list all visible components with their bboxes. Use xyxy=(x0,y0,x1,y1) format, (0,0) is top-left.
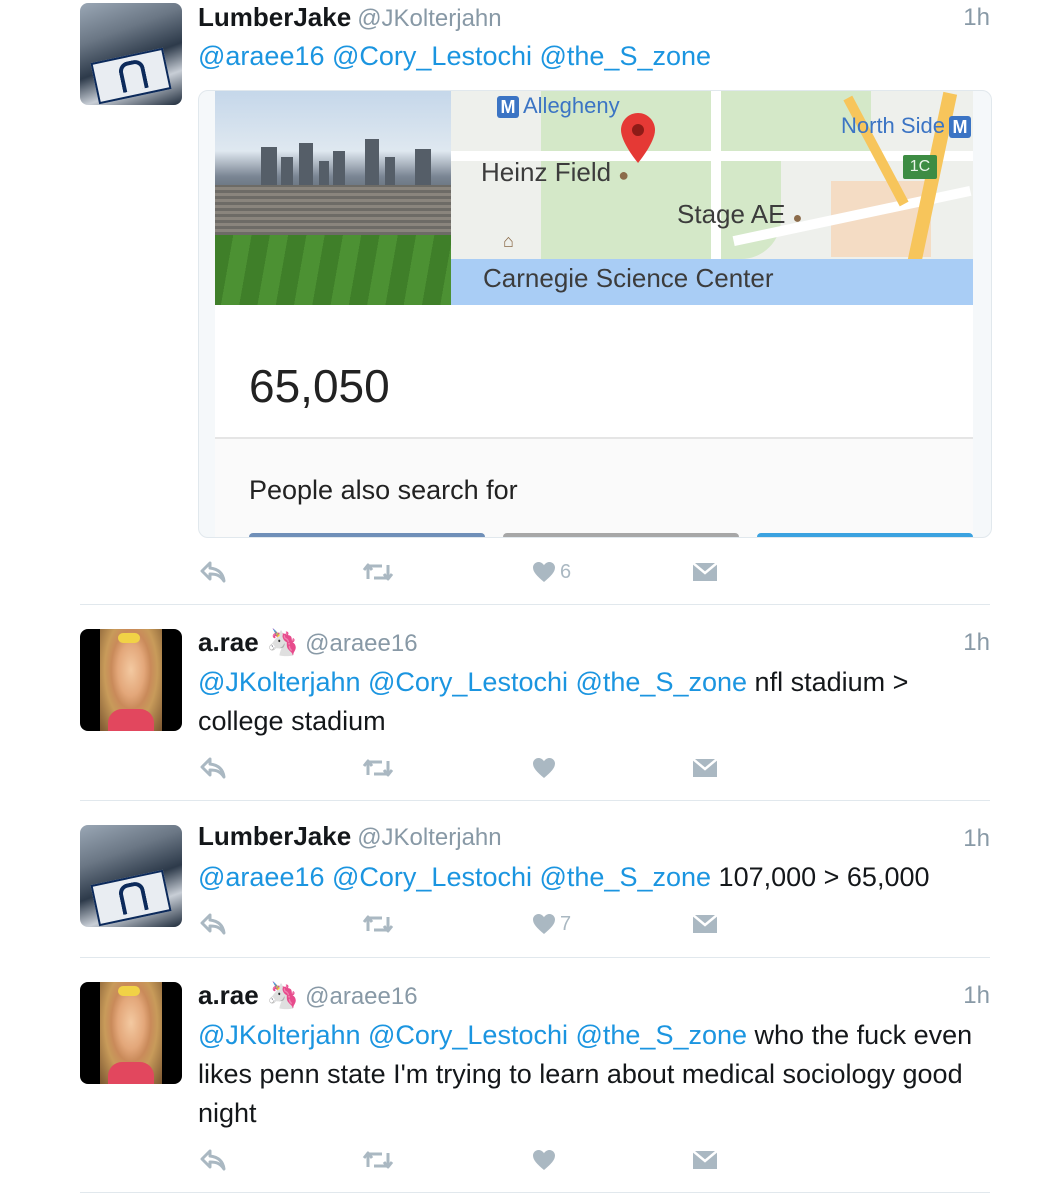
timestamp: 1h xyxy=(963,4,990,31)
avatar[interactable] xyxy=(80,629,182,731)
timestamp: 1h xyxy=(963,982,990,1009)
reply-icon[interactable] xyxy=(200,1143,226,1173)
map-label-allegheny: Allegheny xyxy=(523,93,620,118)
avatar[interactable] xyxy=(80,3,182,105)
display-name[interactable]: a.rae xyxy=(198,980,259,1010)
reply-icon[interactable] xyxy=(200,751,226,781)
user-handle[interactable]: @araee16 xyxy=(305,630,417,657)
exit-badge: 1C xyxy=(903,155,937,179)
tweet[interactable]: a.rae 🦄 @araee16 1h @JKolterjahn @Cory_Les… xyxy=(0,958,1058,1192)
people-also-search-heading: People also search for xyxy=(249,475,518,505)
map-label-stage-ae: Stage AE xyxy=(677,199,786,229)
tweet[interactable]: LumberJake @JKolterjahn 1h @araee16 @Cory… xyxy=(0,801,1058,957)
tweet[interactable]: a.rae 🦄 @araee16 1h @JKolterjahn @Cory_Les… xyxy=(0,605,1058,799)
like-button[interactable]: 7 xyxy=(532,907,571,937)
tweet-text: @JKolterjahn @Cory_Lestochi @the_S_zone … xyxy=(198,1016,988,1133)
heart-icon xyxy=(533,758,555,779)
map-pin-icon xyxy=(621,113,655,163)
stadium-photo xyxy=(215,91,451,305)
tweet[interactable]: LumberJake @JKolterjahn 1h @araee16 @Cory… xyxy=(0,0,1058,604)
mentions[interactable]: @JKolterjahn @Cory_Lestochi @the_S_zone xyxy=(198,1020,747,1050)
unicorn-icon: 🦄 xyxy=(266,627,300,657)
like-button[interactable] xyxy=(532,751,560,781)
metro-icon: M xyxy=(497,96,519,119)
timestamp: 1h xyxy=(963,825,990,852)
avatar[interactable] xyxy=(80,982,182,1084)
reply-icon[interactable] xyxy=(200,907,226,937)
link-card[interactable]: M Allegheny North Side M 1C Heinz Field ● … xyxy=(198,90,992,538)
like-button[interactable] xyxy=(532,1143,560,1173)
like-button[interactable]: 6 xyxy=(532,555,571,585)
like-count: 7 xyxy=(560,913,572,936)
direct-message-icon[interactable] xyxy=(692,751,718,781)
retweet-icon[interactable] xyxy=(362,751,394,781)
capacity-number: 65,050 xyxy=(249,360,390,412)
display-name[interactable]: LumberJake xyxy=(198,2,351,32)
map[interactable]: M Allegheny North Side M 1C Heinz Field ● … xyxy=(451,91,973,305)
timestamp: 1h xyxy=(963,629,990,656)
retweet-icon[interactable] xyxy=(362,1143,394,1173)
divider xyxy=(80,1192,990,1193)
heart-icon xyxy=(533,562,555,583)
like-count: 6 xyxy=(560,561,572,584)
tweet-text: @JKolterjahn @Cory_Lestochi @the_S_zone … xyxy=(198,663,988,741)
tweet-text: @araee16 @Cory_Lestochi @the_S_zone xyxy=(198,37,988,76)
mentions[interactable]: @araee16 @Cory_Lestochi @the_S_zone xyxy=(198,862,711,892)
map-label-heinz-field: Heinz Field xyxy=(481,157,612,187)
direct-message-icon[interactable] xyxy=(692,1143,718,1173)
user-handle[interactable]: @JKolterjahn xyxy=(357,824,501,851)
display-name[interactable]: LumberJake xyxy=(198,821,351,851)
tweet-body: 107,000 > 65,000 xyxy=(718,862,930,892)
mentions[interactable]: @araee16 @Cory_Lestochi @the_S_zone xyxy=(198,41,711,71)
retweet-icon[interactable] xyxy=(362,907,394,937)
mentions[interactable]: @JKolterjahn @Cory_Lestochi @the_S_zone xyxy=(198,667,747,697)
heart-icon xyxy=(533,914,555,935)
avatar[interactable] xyxy=(80,825,182,927)
display-name[interactable]: a.rae xyxy=(198,627,259,657)
reply-icon[interactable] xyxy=(200,555,226,585)
user-handle[interactable]: @araee16 xyxy=(305,983,417,1010)
direct-message-icon[interactable] xyxy=(692,907,718,937)
map-label-carnegie: Carnegie Science Center xyxy=(483,263,774,293)
heart-icon xyxy=(533,1150,555,1171)
direct-message-icon[interactable] xyxy=(692,555,718,585)
map-label-north-side: North Side xyxy=(841,113,945,138)
unicorn-icon: 🦄 xyxy=(266,980,300,1010)
retweet-icon[interactable] xyxy=(362,555,394,585)
tweet-text: @araee16 @Cory_Lestochi @the_S_zone 107,… xyxy=(198,858,988,897)
user-handle[interactable]: @JKolterjahn xyxy=(357,5,501,32)
